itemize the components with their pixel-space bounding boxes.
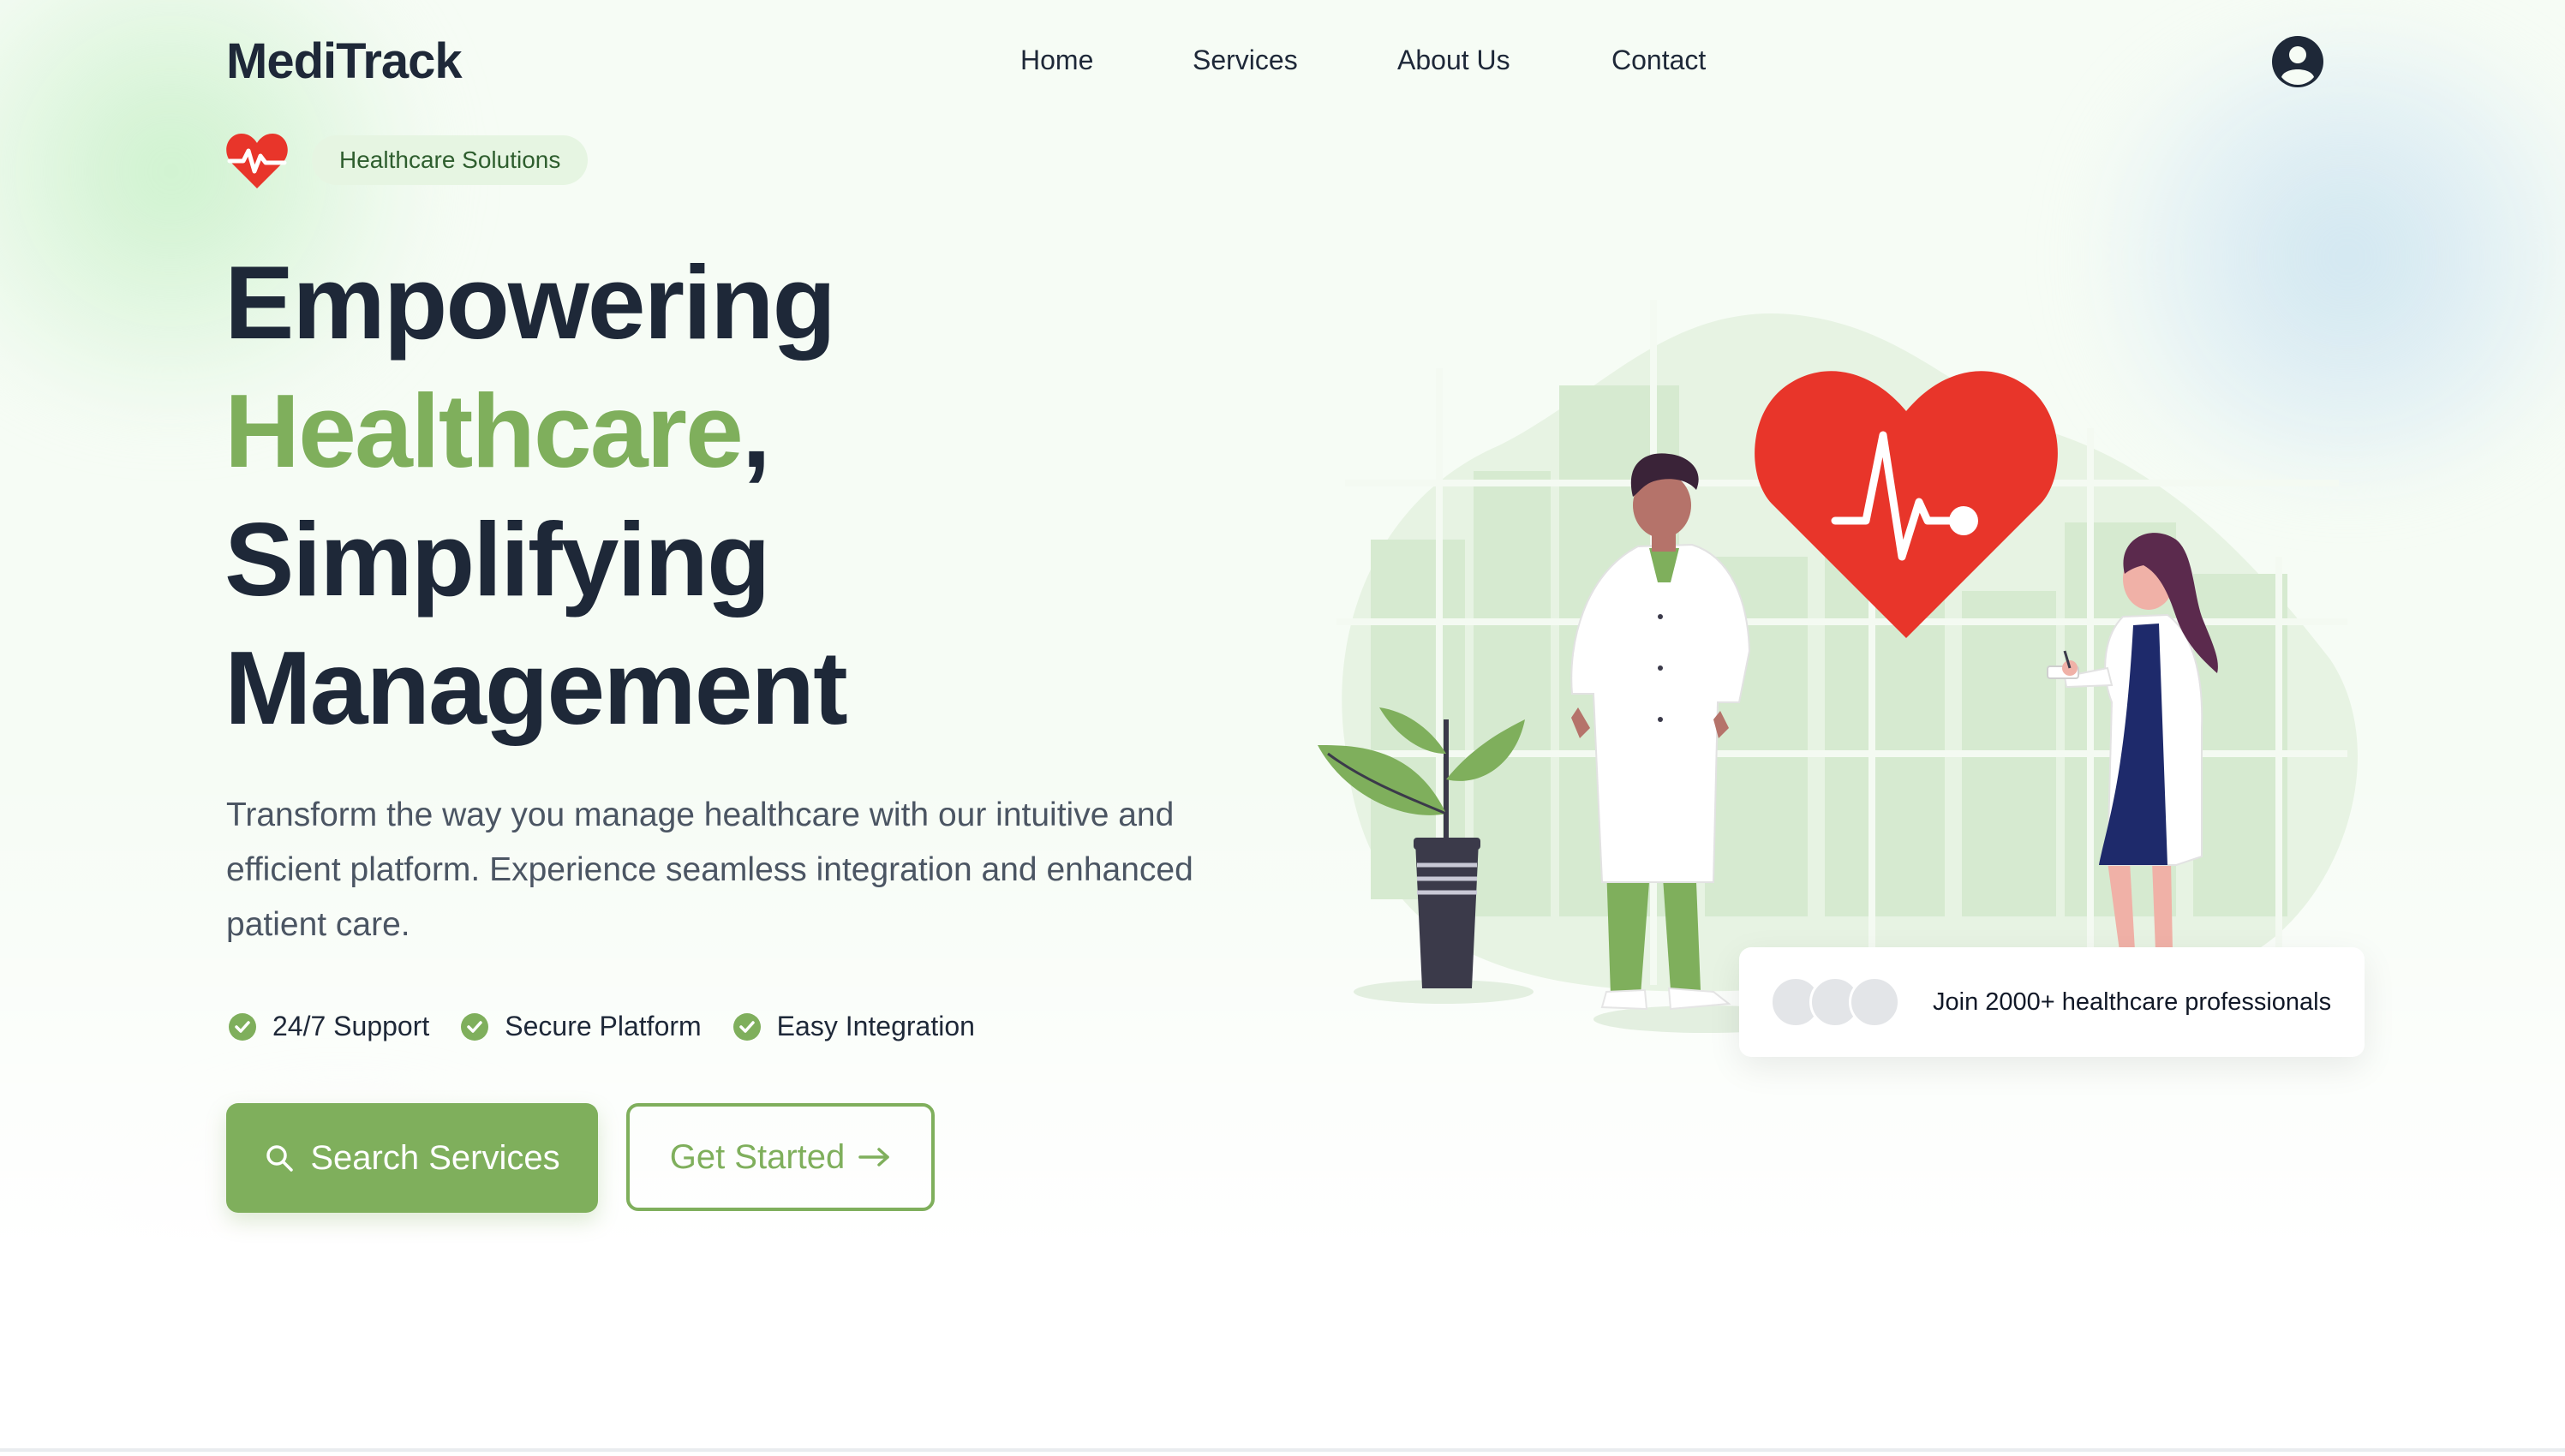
- check-circle-icon: [229, 1012, 256, 1041]
- social-proof-text: Join 2000+ healthcare professionals: [1933, 988, 2332, 1016]
- nav-services[interactable]: Services: [1193, 45, 1298, 76]
- page-divider: [0, 1448, 2565, 1452]
- headline-line-1: Empowering: [224, 244, 836, 361]
- search-icon: [266, 1145, 294, 1172]
- logo[interactable]: MediTrack: [226, 33, 463, 90]
- social-proof-card: Join 2000+ healthcare professionals: [1739, 947, 2365, 1057]
- hero-illustration: [1318, 300, 2358, 1033]
- feature-item: 24/7 Support: [228, 1011, 429, 1042]
- hero-headline: Empowering Healthcare, Simplifying Manag…: [224, 238, 848, 752]
- feature-label: Secure Platform: [505, 1011, 702, 1041]
- feature-label: 24/7 Support: [272, 1011, 430, 1041]
- headline-comma: ,: [741, 373, 771, 489]
- user-circle-icon[interactable]: [2270, 34, 2325, 89]
- get-started-label: Get Started: [669, 1137, 846, 1176]
- feature-label: Easy Integration: [776, 1011, 975, 1041]
- avatar: [1849, 976, 1900, 1028]
- feature-item: Secure Platform: [460, 1011, 702, 1042]
- headline-line-2: Healthcare,: [224, 367, 846, 495]
- feature-item: Easy Integration: [732, 1011, 975, 1042]
- check-circle-icon: [732, 1012, 761, 1041]
- arrow-right-icon: [858, 1148, 890, 1167]
- get-started-button[interactable]: Get Started: [626, 1103, 935, 1211]
- headline-line-3: Simplifying: [224, 501, 770, 618]
- hero-description: Transform the way you manage healthcare …: [226, 797, 1193, 943]
- feature-list: 24/7 Support Secure Platform Easy Integr…: [228, 1011, 975, 1042]
- avatar-group: [1770, 976, 1907, 1028]
- category-badge: Healthcare Solutions: [312, 135, 589, 185]
- search-services-label: Search Services: [310, 1138, 560, 1177]
- nav-about-us[interactable]: About Us: [1397, 45, 1510, 76]
- search-services-button[interactable]: Search Services: [226, 1103, 598, 1213]
- heart-pulse-icon: [226, 134, 288, 188]
- headline-accent: Healthcare: [224, 373, 744, 489]
- nav-contact[interactable]: Contact: [1611, 45, 1706, 76]
- check-circle-icon: [461, 1012, 489, 1041]
- headline-line-4: Management: [224, 630, 848, 746]
- nav-home[interactable]: Home: [1020, 45, 1093, 76]
